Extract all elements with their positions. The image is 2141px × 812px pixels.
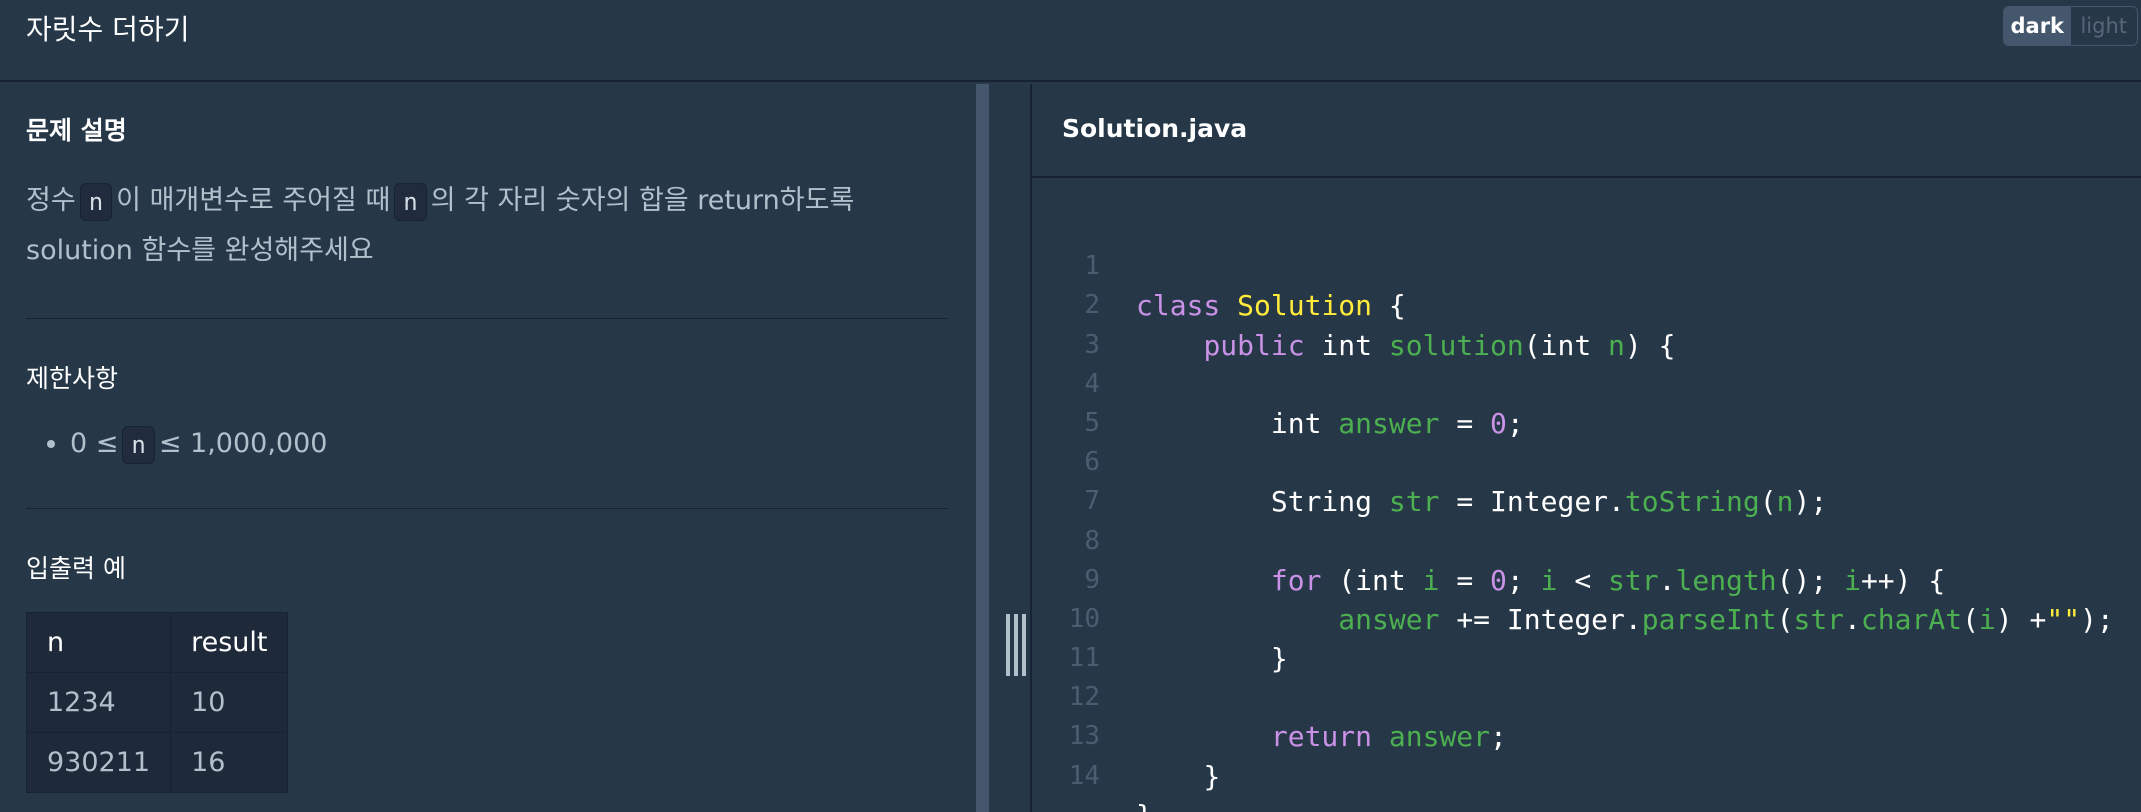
- code-line: 4 int answer = 0;: [1032, 326, 2141, 440]
- problem-panel: 문제 설명 정수 n 이 매개변수로 주어질 때n의 각 자리 숫자의 합을 ret…: [0, 84, 976, 812]
- var-chip: n: [79, 182, 113, 221]
- header: 자릿수 더하기 dark light: [0, 0, 2141, 82]
- code-line: 1 class Solution {: [1032, 208, 2141, 322]
- constraint-item: 0 ≤n≤ 1,000,000: [70, 424, 327, 464]
- table-cell: 16: [170, 732, 289, 793]
- divider: [26, 508, 948, 509]
- code-line: 13 }: [1032, 678, 2141, 792]
- code-line: 8 for (int i = 0; i < str.length(); i++)…: [1032, 482, 2141, 597]
- table-row: 1234 10: [25, 672, 289, 733]
- theme-toggle[interactable]: dark light: [2003, 6, 2138, 46]
- table-header-row: n result: [25, 612, 289, 673]
- code-editor[interactable]: 1 class Solution { 2 public int solution…: [1032, 208, 2141, 812]
- var-chip: n: [122, 425, 155, 464]
- desc-text-4: solution 함수를 완성해주세요: [26, 235, 374, 266]
- code-line: 5: [1032, 365, 2141, 438]
- resize-handle-icon[interactable]: [1006, 614, 1026, 676]
- code-line: 6 String str = Integer.toString(n);: [1032, 404, 2141, 518]
- line-number: 14: [1068, 760, 1100, 791]
- page-title: 자릿수 더하기: [26, 13, 190, 46]
- examples-heading: 입출력 예: [26, 554, 126, 583]
- table-header-result: result: [170, 612, 289, 673]
- code-editor-panel: Solution.java 1 class Solution { 2 publi…: [1030, 84, 2141, 812]
- scrollbar[interactable]: [976, 84, 989, 812]
- examples-table: n result 1234 10 930211 16: [25, 612, 289, 793]
- desc-text-2: 이 매개변수로 주어질 때: [116, 185, 391, 216]
- table-cell: 930211: [25, 732, 172, 793]
- code-line: 3: [1032, 286, 2141, 360]
- desc-text-1: 정수: [26, 185, 76, 216]
- code-line: 7: [1032, 443, 2141, 516]
- var-chip: n: [394, 182, 427, 221]
- table-header-n: n: [25, 612, 172, 673]
- problem-description: 정수 n 이 매개변수로 주어질 때n의 각 자리 숫자의 합을 return하도록…: [26, 176, 946, 276]
- code-line: 10 }: [1032, 561, 2141, 675]
- table-cell: 10: [170, 672, 289, 733]
- theme-light-option[interactable]: light: [2071, 7, 2138, 45]
- constraint-suffix: ≤ 1,000,000: [158, 428, 328, 459]
- file-name: Solution.java: [1062, 114, 1248, 143]
- file-tab[interactable]: Solution.java: [1032, 84, 2141, 178]
- table-cell: 1234: [25, 672, 172, 733]
- code-line: 9 answer += Integer.parseInt(str.charAt(…: [1032, 522, 2141, 636]
- code-line: 12 return answer;: [1032, 639, 2141, 753]
- desc-text-3: 의 각 자리 숫자의 합을 return하도록: [430, 185, 855, 216]
- constraints-heading: 제한사항: [26, 364, 119, 393]
- table-row: 930211 16: [25, 732, 289, 793]
- code-line: 2 public int solution(int n) {: [1032, 247, 2141, 361]
- theme-dark-option[interactable]: dark: [2004, 7, 2071, 45]
- constraints-list: 0 ≤n≤ 1,000,000: [70, 424, 327, 464]
- constraint-prefix: 0 ≤: [70, 428, 119, 459]
- description-heading: 문제 설명: [26, 116, 127, 145]
- divider: [26, 318, 948, 319]
- code-line: 14 }: [1032, 717, 2141, 812]
- code-line: 11: [1032, 600, 2141, 673]
